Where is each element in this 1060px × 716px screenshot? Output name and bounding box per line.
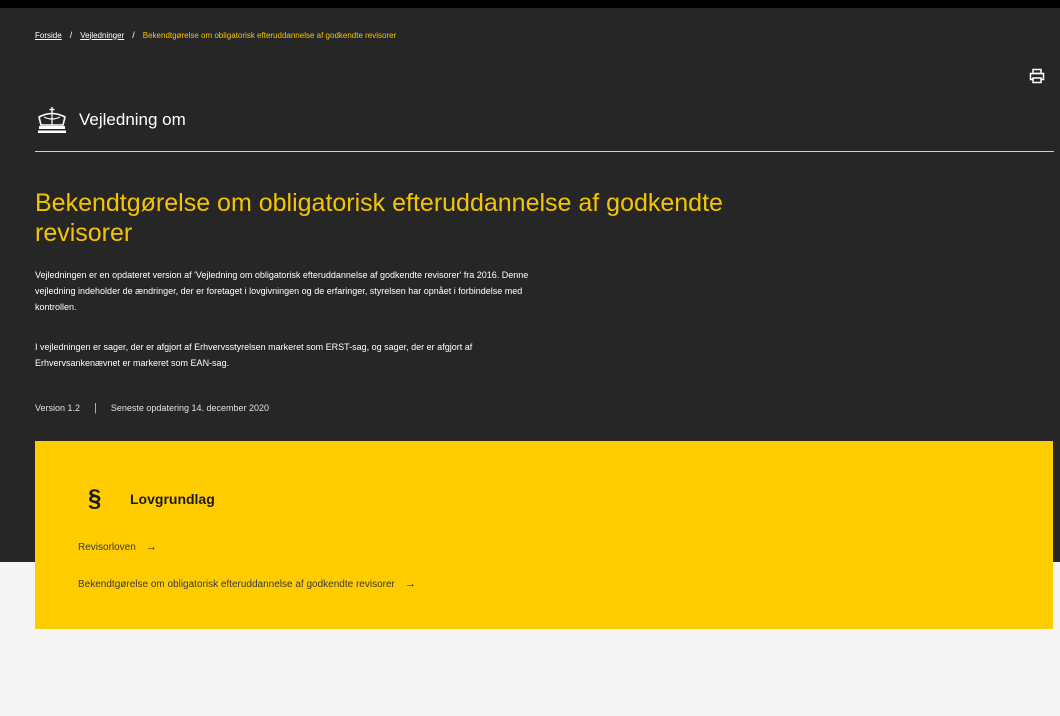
lovgrundlag-title: Lovgrundlag bbox=[130, 491, 215, 507]
breadcrumb-current: Bekendtgørelse om obligatorisk efterudda… bbox=[142, 30, 397, 40]
lovgrundlag-card: § Lovgrundlag Revisorloven → Bekendtgøre… bbox=[35, 441, 1053, 629]
top-strip bbox=[0, 0, 1060, 8]
breadcrumb: Forside / Vejledninger / Bekendtgørelse … bbox=[35, 30, 396, 40]
version-meta: Version 1.2 | Seneste opdatering 14. dec… bbox=[35, 402, 269, 414]
breadcrumb-guides-link[interactable]: Vejledninger bbox=[80, 31, 124, 40]
breadcrumb-separator: / bbox=[132, 30, 135, 40]
brand-text: Vejledning om bbox=[79, 110, 186, 129]
page-title: Bekendtgørelse om obligatorisk efterudda… bbox=[35, 189, 723, 247]
lovgrundlag-heading: § Lovgrundlag bbox=[88, 485, 215, 513]
intro-paragraph-1: Vejledningen er en opdateret version af … bbox=[35, 270, 529, 312]
intro-paragraph-2: I vejledningen er sager, der er afgjort … bbox=[35, 342, 473, 368]
meta-separator: | bbox=[94, 402, 97, 414]
bekendtgorelse-link-label: Bekendtgørelse om obligatorisk efterudda… bbox=[78, 578, 395, 590]
arrow-right-icon: → bbox=[145, 541, 157, 553]
print-icon[interactable] bbox=[1029, 68, 1045, 84]
breadcrumb-separator: / bbox=[69, 30, 73, 40]
crown-logo-icon bbox=[38, 107, 66, 133]
brand: Vejledning om bbox=[35, 106, 186, 134]
revisorloven-link[interactable]: Revisorloven → bbox=[78, 541, 157, 553]
divider bbox=[35, 151, 1054, 152]
version-label: Version 1.2 bbox=[35, 403, 81, 413]
paragraph-sign-icon: § bbox=[88, 485, 102, 512]
last-updated-label: Seneste opdatering 14. december 2020 bbox=[110, 403, 270, 413]
arrow-right-icon: → bbox=[404, 578, 416, 590]
bekendtgorelse-link[interactable]: Bekendtgørelse om obligatorisk efterudda… bbox=[78, 578, 416, 590]
breadcrumb-home-link[interactable]: Forside bbox=[35, 31, 62, 40]
revisorloven-link-label: Revisorloven bbox=[78, 541, 136, 553]
